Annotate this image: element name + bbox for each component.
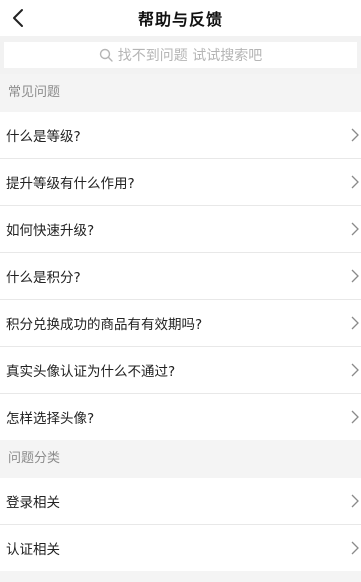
list-item[interactable]: 什么是积分? <box>0 253 361 300</box>
list-item-label: 真实头像认证为什么不通过? <box>6 364 176 380</box>
chevron-right-icon <box>351 363 359 377</box>
category-list: 登录相关 认证相关 <box>0 478 361 571</box>
list-item-label: 什么是等级? <box>6 129 81 145</box>
chevron-left-icon <box>13 9 23 27</box>
section-faq: 常见问题 什么是等级? 提升等级有什么作用? 如何快速升级? 什么是积分? 积分… <box>0 74 361 440</box>
chevron-right-icon <box>351 541 359 555</box>
search-input[interactable]: 找不到问题 试试搜索吧 <box>4 42 357 68</box>
list-item[interactable]: 什么是等级? <box>0 112 361 159</box>
list-item-label: 如何快速升级? <box>6 223 95 239</box>
chevron-right-icon <box>351 128 359 142</box>
section-title: 问题分类 <box>0 440 361 478</box>
list-item-label: 登录相关 <box>6 495 60 511</box>
list-item[interactable]: 怎样选择头像? <box>0 394 361 440</box>
page-title: 帮助与反馈 <box>137 10 223 29</box>
chevron-right-icon <box>351 316 359 330</box>
list-item[interactable]: 登录相关 <box>0 478 361 525</box>
list-item-label: 什么是积分? <box>6 270 81 286</box>
list-item-label: 怎样选择头像? <box>6 411 95 427</box>
list-item-label: 提升等级有什么作用? <box>6 176 135 192</box>
search-bar: 找不到问题 试试搜索吧 <box>0 36 361 74</box>
list-item[interactable]: 真实头像认证为什么不通过? <box>0 347 361 394</box>
faq-list: 什么是等级? 提升等级有什么作用? 如何快速升级? 什么是积分? 积分兑换成功的… <box>0 112 361 440</box>
chevron-right-icon <box>351 175 359 189</box>
chevron-right-icon <box>351 222 359 236</box>
search-placeholder: 找不到问题 试试搜索吧 <box>117 48 263 64</box>
chevron-right-icon <box>351 269 359 283</box>
section-title: 常见问题 <box>0 74 361 112</box>
chevron-right-icon <box>351 494 359 508</box>
top-bar: 帮助与反馈 <box>0 0 361 36</box>
search-icon <box>99 48 113 62</box>
list-item[interactable]: 如何快速升级? <box>0 206 361 253</box>
chevron-right-icon <box>351 410 359 424</box>
list-item-label: 认证相关 <box>6 542 60 558</box>
back-button[interactable] <box>6 4 30 32</box>
list-item-label: 积分兑换成功的商品有有效期吗? <box>6 317 203 333</box>
section-categories: 问题分类 登录相关 认证相关 <box>0 440 361 571</box>
list-item[interactable]: 提升等级有什么作用? <box>0 159 361 206</box>
list-item[interactable]: 积分兑换成功的商品有有效期吗? <box>0 300 361 347</box>
list-item[interactable]: 认证相关 <box>0 525 361 571</box>
